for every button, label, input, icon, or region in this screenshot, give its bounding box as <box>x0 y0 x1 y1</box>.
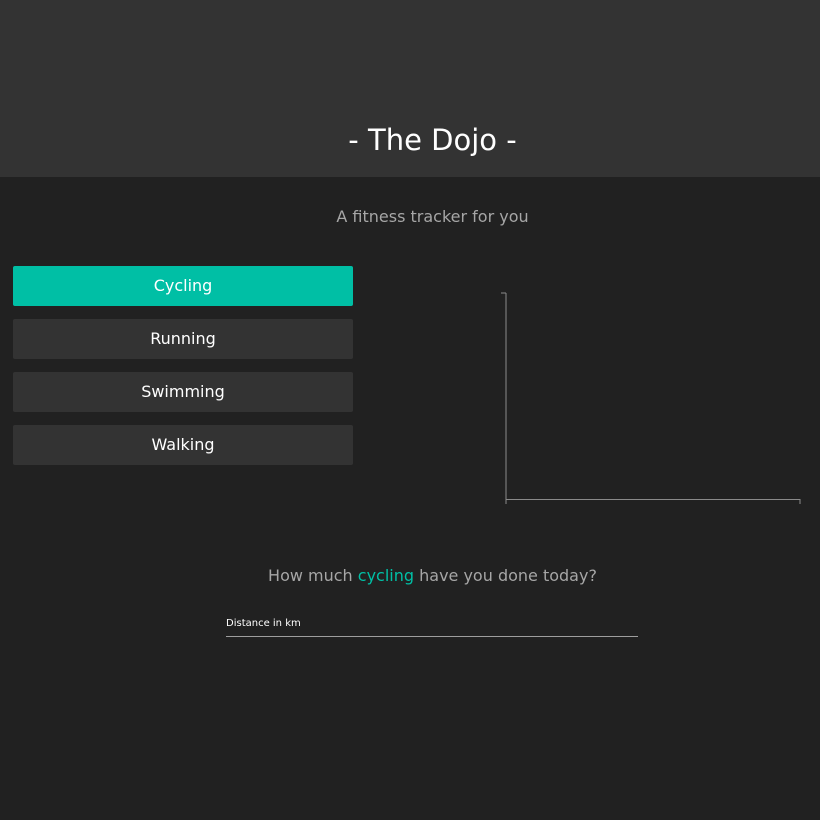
question-prefix: How much <box>268 566 358 585</box>
activity-button-swimming[interactable]: Swimming <box>13 372 353 412</box>
activity-button-running[interactable]: Running <box>13 319 353 359</box>
y-axis <box>501 292 507 500</box>
x-axis <box>505 499 801 504</box>
question-activity: cycling <box>357 566 415 585</box>
activity-button-walking[interactable]: Walking <box>13 425 353 465</box>
activity-graph <box>501 292 801 504</box>
activity-question: How much cycling have you done today? <box>0 564 820 588</box>
distance-form <box>226 608 638 637</box>
page-subtitle: A fitness tracker for you <box>336 207 529 226</box>
question-suffix: have you done today? <box>414 566 597 585</box>
activity-button-cycling[interactable]: Cycling <box>13 266 353 306</box>
page-title: - The Dojo - <box>348 123 517 157</box>
app-header: - The Dojo - <box>0 0 820 177</box>
activity-selector: Cycling Running Swimming Walking <box>13 266 353 478</box>
distance-input[interactable] <box>226 612 638 634</box>
